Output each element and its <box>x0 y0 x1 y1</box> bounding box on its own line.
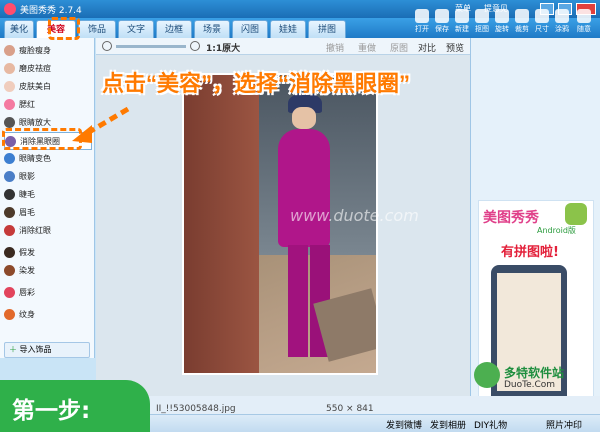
share-bar: 发到微博 发到相册 DIY礼物 照片冲印 <box>96 414 600 432</box>
ad-brand: 美图秀秀 <box>483 210 539 226</box>
sidebar-item-wig[interactable]: 假发 <box>4 244 92 262</box>
site-logo: 多特软件站 DuoTe.Com <box>470 362 596 400</box>
sidebar-item-smooth[interactable]: 磨皮祛痘 <box>4 60 92 78</box>
app-logo-icon <box>4 3 16 15</box>
arrow-icon <box>72 106 130 143</box>
zoom-in-icon[interactable] <box>190 41 200 51</box>
sidebar-item-red-eye[interactable]: 消除红眼 <box>4 222 92 240</box>
filename: II_!!53005848.jpg <box>156 404 236 414</box>
folder-icon <box>415 9 429 23</box>
face-icon <box>4 81 15 92</box>
step-badge: 第一步: <box>0 380 150 432</box>
ad-tagline: 有拼图啦! <box>501 245 559 260</box>
tattoo-icon <box>4 309 15 320</box>
eye-icon <box>4 153 15 164</box>
new-tool[interactable]: 新建 <box>452 6 472 36</box>
tab-beautify[interactable]: 美化 <box>4 20 34 38</box>
face-icon <box>4 45 15 56</box>
logo-name: 多特软件站 <box>504 366 565 380</box>
lash-icon <box>4 189 15 200</box>
redo-button[interactable]: 重做 <box>358 41 376 54</box>
watermark-text: www.duote.com <box>290 206 419 225</box>
scissors-icon <box>475 9 489 23</box>
tab-accessories[interactable]: 饰品 <box>78 20 116 38</box>
sidebar-item-dye[interactable]: 染发 <box>4 262 92 280</box>
plus-icon: ＋ <box>9 345 17 354</box>
sidebar-item-eye-color[interactable]: 眼睛变色 <box>4 150 92 168</box>
save-icon <box>435 9 449 23</box>
resize-tool[interactable]: 尺寸 <box>532 6 552 36</box>
window-title: 美图秀秀 2.7.4 <box>20 6 82 16</box>
tab-text[interactable]: 文字 <box>118 20 154 38</box>
preview-button[interactable]: 预览 <box>446 41 464 54</box>
logo-url: DuoTe.Com <box>504 380 556 390</box>
undo-button[interactable]: 撤销 <box>326 41 344 54</box>
ad-platform: Android版 <box>537 226 576 235</box>
photo-print-button[interactable]: 照片冲印 <box>546 418 582 431</box>
logo-icon <box>474 362 500 388</box>
android-icon <box>565 203 587 225</box>
tab-doll[interactable]: 娃娃 <box>270 20 306 38</box>
instruction-callout: 点击“美容”，选择“消除黑眼圈” <box>102 71 411 96</box>
random-tool[interactable]: 随意 <box>574 6 594 36</box>
hair-icon <box>4 265 15 276</box>
eye-icon <box>4 117 15 128</box>
hair-icon <box>4 247 15 258</box>
makeup-sidebar: 瘦脸瘦身 磨皮祛痘 皮肤美白 腮红 眼睛放大 消除黑眼圈 眼睛变色 眼影 睫毛 … <box>0 38 95 358</box>
resize-icon <box>535 9 549 23</box>
blush-icon <box>4 99 15 110</box>
rotate-icon <box>495 9 509 23</box>
image-size: 550 × 841 <box>326 404 374 414</box>
sidebar-item-whiten[interactable]: 皮肤美白 <box>4 78 92 96</box>
brick-wall <box>184 75 259 373</box>
leg-left-shape <box>288 245 308 357</box>
diy-gift-button[interactable]: DIY礼物 <box>474 418 507 431</box>
brush-icon <box>555 9 569 23</box>
crop-icon <box>515 9 529 23</box>
cutout-tool[interactable]: 抠图 <box>472 6 492 36</box>
doodle-tool[interactable]: 涂鸦 <box>552 6 572 36</box>
import-accessory-button[interactable]: ＋ 导入饰品 <box>4 342 90 358</box>
dice-icon <box>577 9 591 23</box>
share-album-button[interactable]: 发到相册 <box>430 418 466 431</box>
tab-flash[interactable]: 闪图 <box>232 20 268 38</box>
sidebar-item-lashes[interactable]: 睫毛 <box>4 186 92 204</box>
open-tool[interactable]: 打开 <box>412 6 432 36</box>
sidebar-item-eyeshadow[interactable]: 眼影 <box>4 168 92 186</box>
tab-scene[interactable]: 场景 <box>194 20 230 38</box>
sidebar-item-lipstick[interactable]: 唇彩 <box>4 284 92 302</box>
new-icon <box>455 9 469 23</box>
face-shape <box>292 107 316 129</box>
sidebar-item-tattoo[interactable]: 纹身 <box>4 306 92 324</box>
brow-icon <box>4 207 15 218</box>
zoom-out-icon[interactable] <box>102 41 112 51</box>
share-weibo-button[interactable]: 发到微博 <box>386 418 422 431</box>
sidebar-item-slim[interactable]: 瘦脸瘦身 <box>4 42 92 60</box>
highlight-tab-makeup <box>48 17 80 40</box>
canvas-toolbar: 1:1原大 撤销 重做 原图 对比 预览 <box>96 38 470 55</box>
original-button[interactable]: 原图 <box>390 41 408 54</box>
lips-icon <box>4 287 15 298</box>
compare-button[interactable]: 对比 <box>418 41 436 54</box>
tab-collage[interactable]: 拼图 <box>308 20 346 38</box>
face-icon <box>4 63 15 74</box>
rotate-tool[interactable]: 旋转 <box>492 6 512 36</box>
eye-icon <box>4 171 15 182</box>
zoom-slider[interactable] <box>116 45 186 48</box>
save-tool[interactable]: 保存 <box>432 6 452 36</box>
step-label: 第一步: <box>12 398 91 424</box>
jacket-shape <box>278 129 330 247</box>
zoom-level[interactable]: 1:1原大 <box>206 41 240 54</box>
tab-frame[interactable]: 边框 <box>156 20 192 38</box>
crop-tool[interactable]: 裁剪 <box>512 6 532 36</box>
sidebar-item-brows[interactable]: 眉毛 <box>4 204 92 222</box>
eye-icon <box>4 225 15 236</box>
